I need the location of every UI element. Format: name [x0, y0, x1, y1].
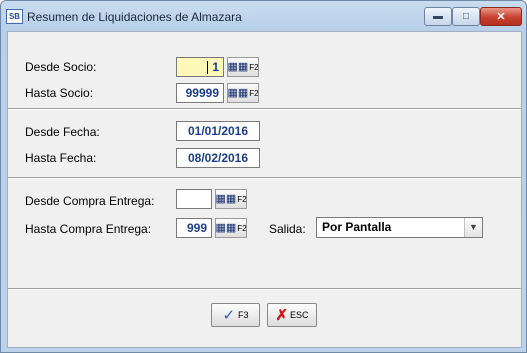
escape-key-label: ESC: [290, 310, 309, 320]
desde-socio-value: 1: [212, 60, 219, 74]
window-title: Resumen de Liquidaciones de Almazara: [27, 10, 242, 24]
hasta-compra-entrega-label: Hasta Compra Entrega:: [25, 222, 152, 236]
section-divider: [8, 108, 521, 110]
escape-button[interactable]: ✗ ESC: [267, 303, 317, 327]
section-divider: [8, 288, 521, 290]
cancel-x-icon: ✗: [275, 307, 289, 324]
text-caret: [207, 61, 208, 74]
close-icon: ✕: [496, 11, 506, 23]
hasta-compra-lookup-button[interactable]: ▦▦ F2: [215, 218, 247, 238]
hasta-socio-label: Hasta Socio:: [25, 86, 94, 100]
binoculars-icon: ▦▦: [215, 222, 237, 234]
app-icon: SB: [6, 9, 23, 24]
desde-fecha-label: Desde Fecha:: [25, 125, 100, 139]
salida-selected-value: Por Pantalla: [322, 220, 392, 234]
hasta-socio-field[interactable]: 99999: [176, 83, 224, 103]
binoculars-icon: ▦▦: [227, 87, 249, 99]
desde-socio-field[interactable]: 1: [176, 57, 224, 77]
desde-compra-entrega-label: Desde Compra Entrega:: [25, 194, 155, 208]
title-bar[interactable]: SB Resumen de Liquidaciones de Almazara …: [1, 1, 526, 31]
desde-socio-lookup-button[interactable]: ▦▦ F2: [227, 57, 259, 77]
binoculars-icon: ▦▦: [227, 61, 249, 73]
desde-compra-lookup-button[interactable]: ▦▦ F2: [215, 189, 247, 209]
desde-socio-label: Desde Socio:: [25, 60, 97, 74]
hasta-socio-lookup-button[interactable]: ▦▦ F2: [227, 83, 259, 103]
lookup-key-label: F2: [249, 62, 259, 72]
lookup-key-label: F2: [237, 194, 247, 204]
binoculars-icon: ▦▦: [215, 193, 237, 205]
lookup-key-label: F2: [249, 88, 259, 98]
accept-key-label: F3: [238, 310, 249, 320]
chevron-down-icon[interactable]: ▼: [464, 218, 482, 237]
accept-button[interactable]: ✓ F3: [211, 303, 260, 327]
dialog-body: Desde Socio: 1 ▦▦ F2 Hasta Socio: 99999 …: [7, 31, 522, 348]
hasta-fecha-label: Hasta Fecha:: [25, 151, 97, 165]
dialog-window: SB Resumen de Liquidaciones de Almazara …: [0, 0, 527, 353]
checkmark-icon: ✓: [222, 307, 236, 324]
close-button[interactable]: ✕: [480, 7, 522, 26]
section-divider: [8, 177, 521, 179]
lookup-key-label: F2: [237, 223, 247, 233]
minimize-icon: ▬: [433, 11, 443, 22]
desde-fecha-field[interactable]: 01/01/2016: [176, 121, 260, 141]
hasta-fecha-field[interactable]: 08/02/2016: [176, 148, 260, 168]
maximize-button[interactable]: □: [452, 7, 480, 26]
hasta-compra-entrega-field[interactable]: 999: [176, 218, 212, 238]
salida-label: Salida:: [269, 222, 306, 236]
salida-select[interactable]: Por Pantalla ▼: [316, 217, 483, 238]
minimize-button[interactable]: ▬: [424, 7, 452, 26]
desde-compra-entrega-field[interactable]: [176, 189, 212, 209]
maximize-icon: □: [462, 11, 470, 22]
